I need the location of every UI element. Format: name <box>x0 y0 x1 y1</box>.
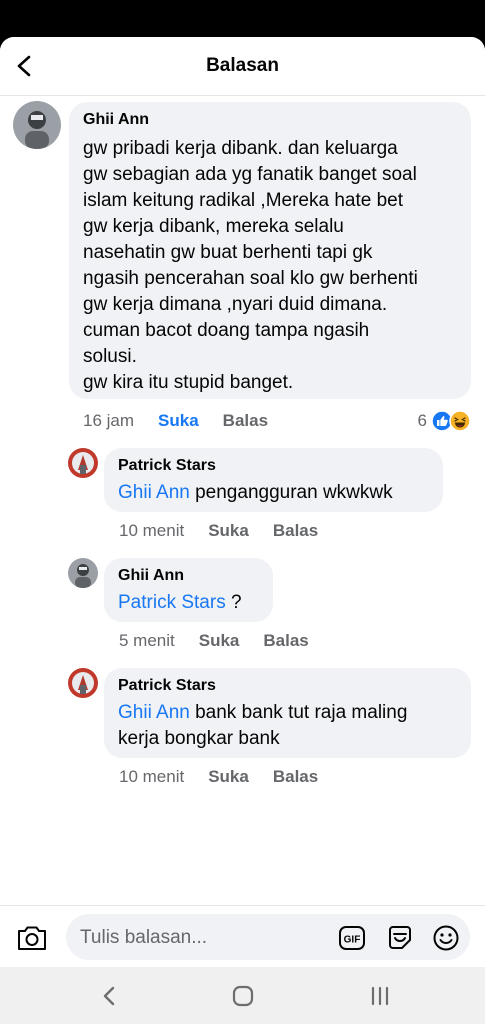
gif-icon: GIF <box>339 926 365 950</box>
comment-actions: 16 jam Suka Balas <box>83 411 268 431</box>
camera-button[interactable] <box>16 924 48 957</box>
like-button[interactable]: Suka <box>199 631 240 651</box>
comment-author[interactable]: Patrick Stars <box>118 456 429 476</box>
comment-text: Ghii Ann pengangguran wkwkwk <box>118 480 429 506</box>
nav-back-button[interactable] <box>100 985 118 1012</box>
reply-button[interactable]: Balas <box>223 411 268 431</box>
screen: Balasan Ghii Ann gw pribadi kerja dibank… <box>0 37 485 1024</box>
gif-button[interactable]: GIF <box>338 925 366 956</box>
comment-time: 16 jam <box>83 411 135 430</box>
mention-link[interactable]: Ghii Ann <box>118 482 190 503</box>
comment-time: 5 menit <box>119 631 175 650</box>
svg-text:GIF: GIF <box>344 935 361 946</box>
profile-photo-icon <box>68 668 98 698</box>
reply-input[interactable]: Tulis balasan... GIF <box>66 914 470 960</box>
reply-button[interactable]: Balas <box>273 767 318 787</box>
reply-text: pengangguran wkwkwk <box>189 482 393 503</box>
mention-link[interactable]: Ghii Ann <box>118 702 190 723</box>
like-button[interactable]: Suka <box>208 767 249 787</box>
profile-photo-icon <box>68 558 98 588</box>
reply-text: ? <box>225 592 242 613</box>
reply-bubble[interactable]: Ghii Ann Patrick Stars ? <box>104 558 273 622</box>
reply-bubble[interactable]: Patrick Stars Ghii Ann bank bank tut raj… <box>104 668 471 758</box>
comment-text: Patrick Stars ? <box>118 590 259 616</box>
reply-button[interactable]: Balas <box>273 521 318 541</box>
haha-reaction-icon <box>449 410 471 432</box>
reply-button[interactable]: Balas <box>263 631 308 651</box>
composer-bar: Tulis balasan... GIF <box>0 905 485 968</box>
reply-input-placeholder: Tulis balasan... <box>80 927 208 948</box>
emoji-button[interactable] <box>432 924 460 957</box>
avatar[interactable] <box>68 448 98 478</box>
reply-actions: 5 menit Suka Balas <box>119 631 309 651</box>
header: Balasan <box>0 37 485 96</box>
sticker-icon <box>389 926 411 949</box>
comment-time: 10 menit <box>119 767 185 786</box>
reply-bubble[interactable]: Patrick Stars Ghii Ann pengangguran wkwk… <box>104 448 443 512</box>
reply-actions: 10 menit Suka Balas <box>119 521 318 541</box>
comment-bubble[interactable]: Ghii Ann gw pribadi kerja dibank. dan ke… <box>69 102 471 399</box>
profile-photo-icon <box>13 101 61 149</box>
avatar[interactable] <box>13 101 61 149</box>
avatar[interactable] <box>68 558 98 588</box>
recents-icon <box>371 986 389 1006</box>
nav-recents-button[interactable] <box>369 985 391 1012</box>
reply-actions: 10 menit Suka Balas <box>119 767 318 787</box>
reaction-summary[interactable]: 6 <box>418 410 471 432</box>
home-icon <box>232 985 254 1007</box>
system-nav-bar <box>0 967 485 1024</box>
like-button[interactable]: Suka <box>158 411 199 431</box>
page-title: Balasan <box>206 55 279 76</box>
comment-text: gw pribadi kerja dibank. dan keluarga gw… <box>83 138 418 393</box>
nav-home-button[interactable] <box>231 985 255 1012</box>
comment-author[interactable]: Ghii Ann <box>83 110 457 130</box>
comment-author[interactable]: Patrick Stars <box>118 676 457 696</box>
profile-photo-icon <box>68 448 98 478</box>
reaction-count: 6 <box>417 411 427 430</box>
avatar[interactable] <box>68 668 98 698</box>
emoji-icon <box>433 925 459 951</box>
mention-link[interactable]: Patrick Stars <box>118 592 226 613</box>
chevron-left-icon <box>103 986 115 1006</box>
comment-text: Ghii Ann bank bank tut raja maling kerja… <box>118 700 457 752</box>
comment-time: 10 menit <box>119 521 185 540</box>
camera-icon <box>18 926 46 950</box>
comment-author[interactable]: Ghii Ann <box>118 566 259 586</box>
sticker-button[interactable] <box>386 924 414 957</box>
like-button[interactable]: Suka <box>208 521 249 541</box>
